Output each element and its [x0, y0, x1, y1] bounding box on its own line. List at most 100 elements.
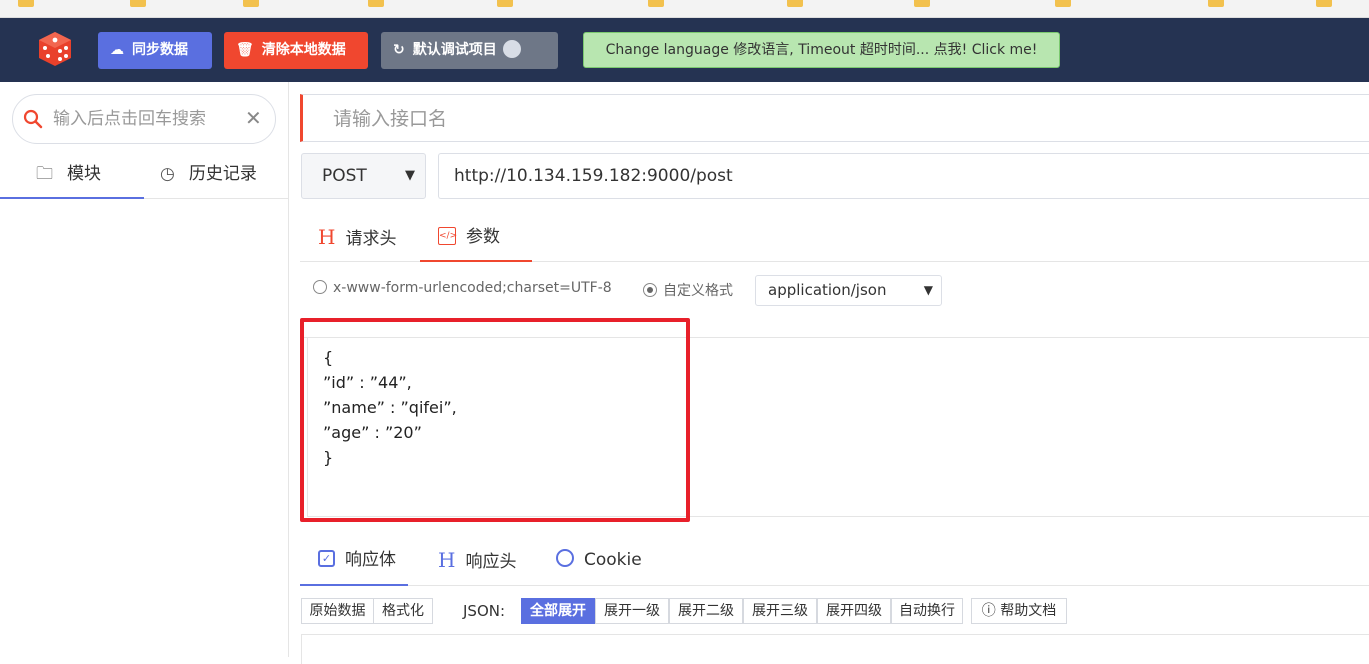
tab-request-headers-label: 请求头 — [345, 229, 397, 249]
sidebar-tabs: 🗀 模块 ◷ 历史记录 — [0, 157, 289, 199]
folder-icon: 🗀 — [36, 164, 53, 184]
bookmarks-bar — [0, 0, 1369, 18]
bookmark-folder[interactable] — [1316, 0, 1338, 8]
api-name-input[interactable] — [333, 105, 1233, 133]
radio-form-urlencoded-label: x-www-form-urlencoded;charset=UTF-8 — [333, 280, 612, 296]
clear-search-icon[interactable]: ✕ — [245, 106, 262, 130]
folder-icon — [368, 0, 384, 7]
folder-icon — [914, 0, 930, 7]
folder-icon — [18, 0, 34, 7]
bookmark-folder[interactable] — [1055, 0, 1077, 8]
content-type-row: x-www-form-urlencoded;charset=UTF-8 自定义格… — [300, 272, 1369, 338]
sidebar: ✕ 🗀 模块 ◷ 历史记录 — [0, 82, 289, 657]
sync-data-label: 同步数据 — [132, 42, 188, 58]
tab-cookie-label: Cookie — [584, 550, 642, 570]
expand-level-1-button[interactable]: 展开一级 — [595, 598, 669, 624]
folder-icon — [1208, 0, 1224, 7]
help-docs-button[interactable]: ⓘ 帮助文档 — [971, 598, 1067, 624]
bookmark-folder[interactable] — [914, 0, 936, 8]
raw-data-button[interactable]: 原始数据 — [301, 598, 374, 624]
avatar — [502, 39, 521, 58]
method-value: POST — [322, 166, 367, 186]
folder-icon — [648, 0, 664, 7]
folder-icon — [130, 0, 146, 7]
bookmark-folder[interactable] — [1208, 0, 1230, 8]
body-line: ”id” : ”44”, — [323, 373, 412, 392]
folder-icon — [497, 0, 513, 7]
content-type-select[interactable]: application/json ▼ — [755, 275, 942, 306]
trash-icon: 🗑 — [236, 42, 254, 58]
radio-form-urlencoded[interactable]: x-www-form-urlencoded;charset=UTF-8 — [313, 279, 612, 296]
tab-cookie[interactable]: Cookie — [556, 536, 642, 586]
tab-params-label: 参数 — [466, 227, 500, 247]
main-panel: POST ▼ http://10.134.159.182:9000/post H… — [290, 82, 1369, 664]
url-input[interactable]: http://10.134.159.182:9000/post — [438, 153, 1369, 199]
expand-level-2-button[interactable]: 展开二级 — [669, 598, 743, 624]
expand-level-3-button[interactable]: 展开三级 — [743, 598, 817, 624]
bookmark-folder[interactable] — [497, 0, 519, 8]
bookmark-folder[interactable] — [648, 0, 670, 8]
bookmark-folder[interactable] — [130, 0, 152, 8]
tab-params[interactable]: </> 参数 — [420, 214, 532, 262]
header-icon: H — [438, 548, 456, 572]
refresh-icon: ↻ — [393, 42, 405, 58]
folder-icon — [243, 0, 259, 7]
tab-response-body-label: 响应体 — [345, 550, 396, 570]
tab-history-label: 历史记录 — [188, 164, 257, 184]
chevron-down-icon: ▼ — [405, 168, 415, 183]
bookmark-folder[interactable] — [368, 0, 390, 8]
expand-level-4-button[interactable]: 展开四级 — [817, 598, 891, 624]
folder-icon — [1316, 0, 1332, 7]
json-label: JSON: — [463, 602, 506, 620]
format-button[interactable]: 格式化 — [373, 598, 433, 624]
auto-wrap-button[interactable]: 自动换行 — [891, 598, 963, 624]
chevron-down-icon: ▼ — [923, 283, 933, 297]
search-icon — [23, 109, 43, 129]
cookie-icon — [556, 549, 574, 567]
radio-custom-format-label: 自定义格式 — [663, 283, 733, 299]
radio-checked-icon — [643, 282, 657, 297]
body-line: ”age” : ”20” — [323, 423, 422, 442]
body-line: } — [323, 448, 334, 467]
sync-data-button[interactable]: ☁ 同步数据 — [98, 32, 212, 69]
tab-response-headers-label: 响应头 — [465, 552, 517, 572]
response-tabs: ✓ 响应体 H 响应头 Cookie — [300, 536, 1369, 586]
tab-history[interactable]: ◷ 历史记录 — [160, 157, 288, 199]
folder-icon — [1055, 0, 1071, 7]
tab-request-headers[interactable]: H 请求头 — [318, 214, 396, 262]
response-body — [301, 634, 1369, 664]
check-square-icon: ✓ — [318, 549, 335, 567]
bookmark-folder[interactable] — [787, 0, 809, 8]
bookmark-folder[interactable] — [243, 0, 265, 8]
annotation-highlight-box — [300, 318, 690, 522]
change-language-button[interactable]: Change language 修改语言, Timeout 超时时间... 点我… — [583, 32, 1060, 68]
radio-custom-format[interactable]: 自定义格式 — [643, 280, 733, 300]
top-header: ☁ 同步数据 🗑 清除本地数据 ↻ 默认调试项目 Change language 修改… — [0, 18, 1369, 82]
project-label: 默认调试项目 — [412, 42, 497, 58]
dice-logo-icon[interactable] — [36, 30, 74, 68]
tab-modules[interactable]: 🗀 模块 — [0, 157, 144, 199]
cloud-upload-icon: ☁ — [110, 42, 124, 58]
api-name-field — [300, 94, 1369, 142]
method-select[interactable]: POST ▼ — [301, 153, 426, 199]
code-icon: </> — [438, 226, 457, 245]
tab-response-body[interactable]: ✓ 响应体 — [300, 536, 408, 586]
response-toolbar: 原始数据 格式化 JSON: 全部展开 展开一级 展开二级 展开三级 展开四级 … — [301, 598, 1369, 624]
body-line: ”name” : ”qifei”, — [323, 398, 457, 417]
request-body-editor[interactable]: { ”id” : ”44”, ”name” : ”qifei”, ”age” :… — [300, 318, 1369, 522]
clear-local-data-label: 清除本地数据 — [261, 42, 346, 58]
help-icon: ⓘ — [981, 603, 1001, 619]
body-line: { — [323, 348, 334, 367]
clear-local-data-button[interactable]: 🗑 清除本地数据 — [224, 32, 368, 69]
expand-all-button[interactable]: 全部展开 — [521, 598, 595, 624]
project-switch-button[interactable]: ↻ 默认调试项目 — [381, 32, 558, 69]
bookmark-folder[interactable] — [18, 0, 40, 8]
folder-icon — [787, 0, 803, 7]
search-input[interactable] — [53, 107, 233, 131]
search-box: ✕ — [12, 94, 276, 144]
clock-icon: ◷ — [160, 164, 175, 184]
help-docs-label: 帮助文档 — [1000, 603, 1057, 619]
tab-response-headers[interactable]: H 响应头 — [438, 536, 516, 586]
request-tabs: H 请求头 </> 参数 — [300, 214, 1369, 262]
content-type-value: application/json — [768, 281, 887, 299]
